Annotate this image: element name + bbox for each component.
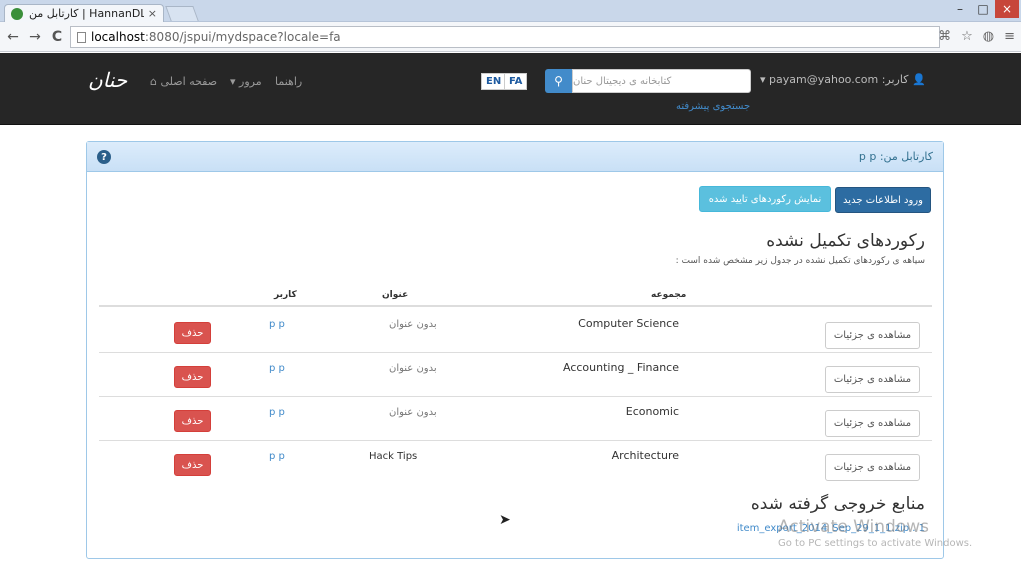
site-favicon-icon — [11, 7, 23, 20]
unfinished-section-subtitle: سیاهه ی رکوردهای تکمیل نشده در جدول زیر … — [675, 256, 925, 266]
user-label: کاربر: payam@yahoo.com — [769, 73, 909, 86]
tab-close-icon[interactable]: × — [148, 7, 157, 20]
url-host: localhost — [91, 30, 145, 44]
translate-icon[interactable]: ⌘ — [938, 29, 951, 44]
lang-fa-button[interactable]: FA — [504, 73, 528, 90]
forward-arrow-icon[interactable]: → — [26, 26, 44, 48]
row-title: بدون عنوان — [389, 363, 437, 374]
bookmark-star-icon[interactable]: ☆ — [961, 29, 973, 44]
nav-home-label: صفحه اصلی — [160, 75, 218, 88]
row-title: Hack Tips — [369, 451, 418, 462]
back-arrow-icon[interactable]: ← — [4, 26, 22, 48]
delete-button[interactable]: حذف — [174, 366, 211, 388]
tab-title: کارتابل من | HannanDL — [29, 7, 144, 20]
watermark-line1: Activate Windows — [778, 517, 929, 537]
exports-section-title: منابع خروجی گرفته شده — [750, 494, 925, 514]
row-collection: Accounting _ Finance — [563, 361, 679, 374]
window-maximize-button[interactable]: □ — [972, 0, 994, 18]
delete-button[interactable]: حذف — [174, 410, 211, 432]
reload-icon[interactable]: C — [48, 26, 66, 48]
unfinished-section-title: رکوردهای تکمیل نشده — [766, 231, 925, 251]
row-title: بدون عنوان — [389, 319, 437, 330]
col-user-header: کاربر — [274, 290, 297, 300]
col-collection-header: مجموعه — [651, 290, 687, 300]
new-submission-button[interactable]: ورود اطلاعات جدید — [835, 187, 931, 213]
search-icon: ⚲ — [554, 74, 563, 88]
url-path: :8080/jspui/mydspace?locale=fa — [144, 30, 341, 44]
watermark-line2: Go to PC settings to activate Windows. — [778, 538, 973, 549]
row-title: بدون عنوان — [389, 407, 437, 418]
view-details-button[interactable]: مشاهده ی جزئیات — [825, 454, 920, 481]
toolbar-icons: ⌘ ☆ ◍ ≡ — [938, 29, 1015, 44]
table-row: حذف p p بدون عنوان Accounting _ Finance … — [99, 353, 932, 397]
col-title-header: عنوان — [382, 290, 409, 300]
new-tab-button[interactable] — [165, 6, 199, 21]
browser-tabstrip: کارتابل من | HannanDL × – □ × — [0, 0, 1021, 22]
delete-button[interactable]: حذف — [174, 322, 211, 344]
page-icon — [77, 31, 86, 43]
home-icon: ⌂ — [150, 75, 157, 88]
lang-en-button[interactable]: EN — [481, 73, 507, 90]
globe-icon[interactable]: ◍ — [983, 29, 994, 44]
view-details-button[interactable]: مشاهده ی جزئیات — [825, 410, 920, 437]
row-user-link[interactable]: p p — [269, 451, 285, 462]
help-icon[interactable]: ? — [97, 150, 111, 164]
table-row: حذف p p بدون عنوان Economic مشاهده ی جزئ… — [99, 397, 932, 441]
caret-down-icon: ▾ — [760, 73, 766, 86]
view-details-button[interactable]: مشاهده ی جزئیات — [825, 322, 920, 349]
mydspace-panel: ? کارتابل من: p p ورود اطلاعات جدید نمای… — [86, 141, 944, 559]
user-icon: 👤 — [911, 73, 926, 86]
nav-help-link[interactable]: راهنما — [275, 75, 302, 88]
site-navbar: حنان ⌂ صفحه اصلی ▾ مرور راهنما EN FA ⚲ ک… — [0, 53, 1021, 125]
site-logo[interactable]: حنان — [88, 68, 127, 92]
user-menu-dropdown[interactable]: 👤 کاربر: payam@yahoo.com ▾ — [760, 73, 926, 86]
show-approved-button[interactable]: نمایش رکوردهای تایید شده — [699, 186, 831, 212]
panel-heading: ? کارتابل من: p p — [87, 142, 943, 172]
nav-home-link[interactable]: ⌂ صفحه اصلی — [150, 75, 217, 88]
row-collection: Computer Science — [578, 317, 679, 330]
row-user-link[interactable]: p p — [269, 407, 285, 418]
search-input[interactable]: کتابخانه ی دیجیتال حنان — [572, 69, 751, 93]
row-user-link[interactable]: p p — [269, 363, 285, 374]
menu-icon[interactable]: ≡ — [1004, 29, 1015, 44]
caret-down-icon: ▾ — [230, 75, 236, 88]
window-close-button[interactable]: × — [995, 0, 1019, 18]
nav-browse-dropdown[interactable]: ▾ مرور — [230, 75, 262, 88]
advanced-search-link[interactable]: جستجوی پیشرفته — [676, 101, 750, 112]
url-input[interactable]: localhost :8080/jspui/mydspace?locale=fa — [70, 26, 940, 48]
search-button[interactable]: ⚲ — [545, 69, 572, 93]
mouse-cursor-icon: ➤ — [499, 512, 511, 528]
row-collection: Architecture — [611, 449, 679, 462]
row-user-link[interactable]: p p — [269, 319, 285, 330]
table-row: حذف p p Hack Tips Architecture مشاهده ی … — [99, 441, 932, 485]
row-collection: Economic — [625, 405, 679, 418]
browser-tab[interactable]: کارتابل من | HannanDL × — [4, 4, 164, 22]
table-header: کاربر عنوان مجموعه — [99, 285, 932, 307]
window-minimize-button[interactable]: – — [949, 0, 971, 18]
nav-browse-label: مرور — [239, 75, 262, 88]
windows-activation-watermark: Activate Windows Go to PC settings to ac… — [778, 517, 972, 549]
delete-button[interactable]: حذف — [174, 454, 211, 476]
table-row: حذف p p بدون عنوان Computer Science مشاه… — [99, 309, 932, 353]
panel-title: کارتابل من: p p — [858, 150, 933, 163]
address-bar-row: ← → C localhost :8080/jspui/mydspace?loc… — [0, 22, 1021, 52]
view-details-button[interactable]: مشاهده ی جزئیات — [825, 366, 920, 393]
